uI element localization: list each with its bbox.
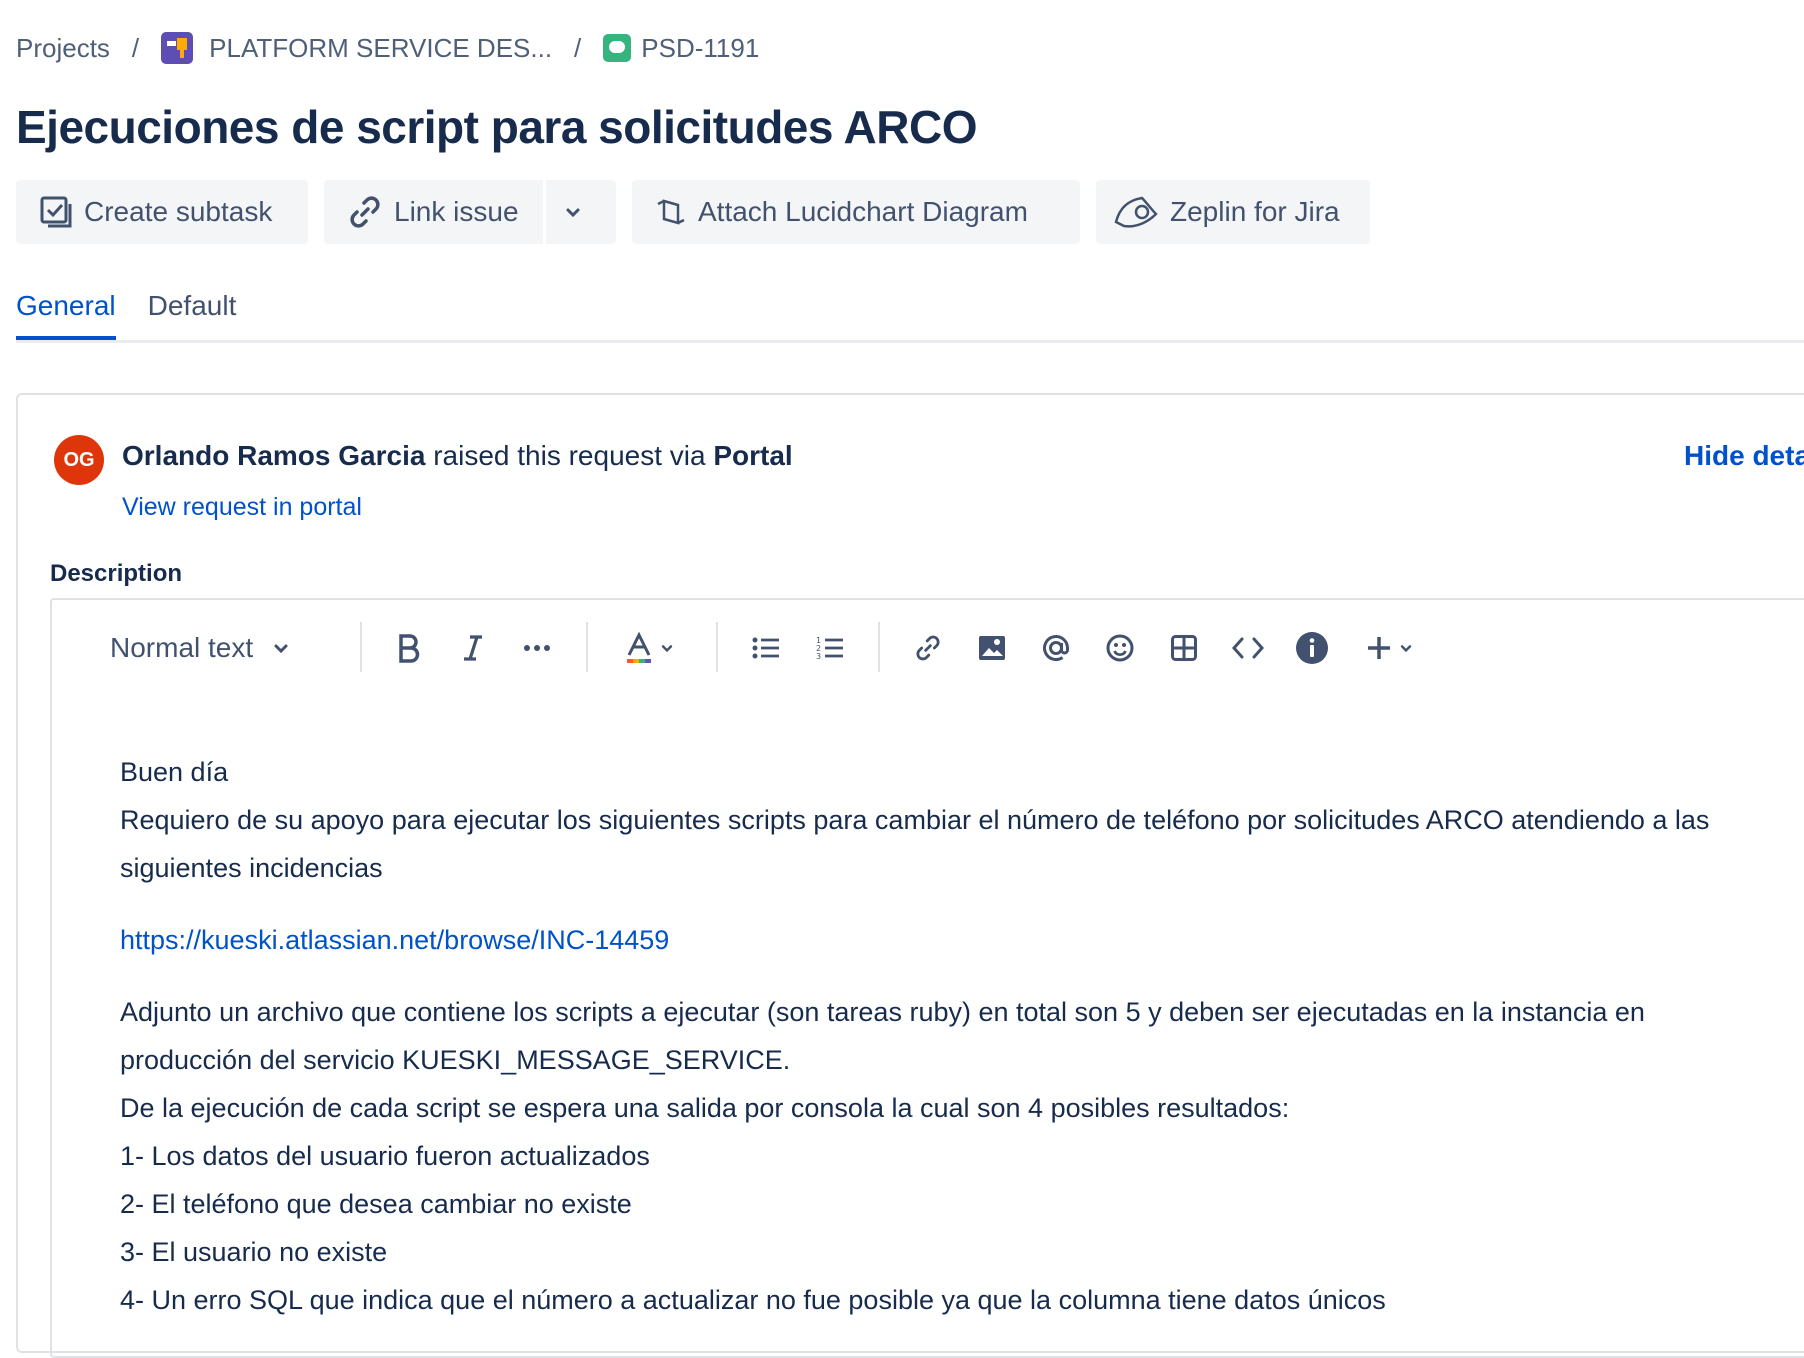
table-button[interactable] [1166,628,1202,668]
tab-divider [16,340,1804,343]
insert-image-button[interactable] [974,628,1010,668]
svg-text:3: 3 [816,652,821,661]
link-issue-button[interactable]: Link issue [324,180,541,244]
breadcrumb-project[interactable]: PLATFORM SERVICE DES... [161,32,552,64]
mention-button[interactable] [1038,628,1074,668]
chevron-down-icon [274,644,288,654]
numbered-list-button[interactable]: 1 2 3 [812,628,848,668]
text-style-label: Normal text [110,632,254,663]
tab-bar: General Default [16,290,268,340]
text-style-dropdown[interactable]: Normal text [110,628,310,668]
create-subtask-button[interactable]: Create subtask [16,180,308,244]
numbered-list-icon: 1 2 3 [816,636,843,661]
create-subtask-label: Create subtask [84,196,273,227]
page-title[interactable]: Ejecuciones de script para solicitudes A… [16,100,978,154]
emoji-icon [1106,634,1134,662]
bullet-list-button[interactable] [748,628,784,668]
italic-icon [464,635,482,661]
attach-lucidchart-label: Attach Lucidchart Diagram [698,196,1028,227]
avatar[interactable]: OG [54,435,104,485]
toolbar-divider [360,622,362,672]
insert-link-button[interactable] [910,628,946,668]
breadcrumb-separator: / [131,32,140,63]
raised-text: raised this request via [425,440,714,471]
description-greeting: Buen día [120,757,229,787]
zeplin-icon [1114,196,1158,228]
more-formatting-button[interactable] [520,628,554,668]
toolbar-divider [586,622,588,672]
code-icon [1232,637,1264,659]
bullet-list-icon [752,637,779,659]
description-request: Requiero de su apoyo para ejecutar los s… [120,805,1710,883]
link-issue-group: Link issue [324,180,616,244]
more-icon [524,645,550,651]
breadcrumb-project-label: PLATFORM SERVICE DES... [209,32,553,63]
subtask-icon [40,196,72,228]
image-icon [979,636,1005,660]
result-item: 1- Los datos del usuario fueron actualiz… [120,1141,650,1171]
plus-icon [1368,637,1390,659]
text-color-icon [627,631,651,663]
description-expectation: De la ejecución de cada script se espera… [120,1093,1290,1123]
tab-default[interactable]: Default [148,290,237,340]
code-block-button[interactable] [1230,628,1266,668]
hide-details-link[interactable]: Hide details [1684,440,1804,472]
attach-lucidchart-button[interactable]: Attach Lucidchart Diagram [632,180,1080,244]
emoji-button[interactable] [1102,628,1138,668]
description-content[interactable]: Buen día Requiero de su apoyo para ejecu… [120,748,1780,1324]
lucidchart-icon [657,199,685,225]
link-icon [350,196,380,228]
chevron-down-icon [661,645,673,653]
text-color-button[interactable] [620,628,680,668]
toolbar-divider [878,622,880,672]
info-icon [1296,632,1328,664]
info-panel-button[interactable] [1294,628,1330,668]
chevron-down-icon [1400,645,1412,653]
bold-button[interactable] [392,628,426,668]
project-icon [161,32,194,64]
link-issue-label: Link issue [394,196,519,227]
request-channel: Portal [713,440,793,471]
mention-icon [1043,635,1069,661]
breadcrumb-projects[interactable]: Projects [16,33,110,64]
toolbar-divider [716,622,718,672]
description-attachment-note: Adjunto un archivo que contiene los scri… [120,997,1645,1075]
zeplin-label: Zeplin for Jira [1170,196,1340,227]
description-label: Description [50,560,183,587]
breadcrumb-separator: / [574,32,582,63]
chevron-down-icon [566,208,580,218]
breadcrumb-issue[interactable]: PSD-1191 [603,33,759,64]
bold-icon [399,634,420,663]
zeplin-button[interactable]: Zeplin for Jira [1096,180,1370,244]
link-icon [916,635,940,661]
request-origin: Orlando Ramos Garcia raised this request… [122,440,793,472]
table-icon [1171,635,1197,661]
result-item: 4- Un erro SQL que indica que el número … [120,1285,1386,1315]
italic-button[interactable] [456,628,490,668]
insert-more-button[interactable] [1360,628,1420,668]
result-item: 2- El teléfono que desea cambiar no exis… [120,1189,632,1219]
breadcrumb-issue-key: PSD-1191 [641,32,760,63]
link-issue-dropdown[interactable] [546,180,610,244]
reporter-name[interactable]: Orlando Ramos Garcia [122,440,425,471]
view-request-link[interactable]: View request in portal [122,493,362,522]
incident-link[interactable]: https://kueski.atlassian.net/browse/INC-… [120,925,669,955]
result-item: 3- El usuario no existe [120,1237,388,1267]
service-request-icon [603,34,632,62]
breadcrumb: Projects / PLATFORM SERVICE DES... / PSD… [16,28,759,68]
tab-general[interactable]: General [16,290,116,340]
